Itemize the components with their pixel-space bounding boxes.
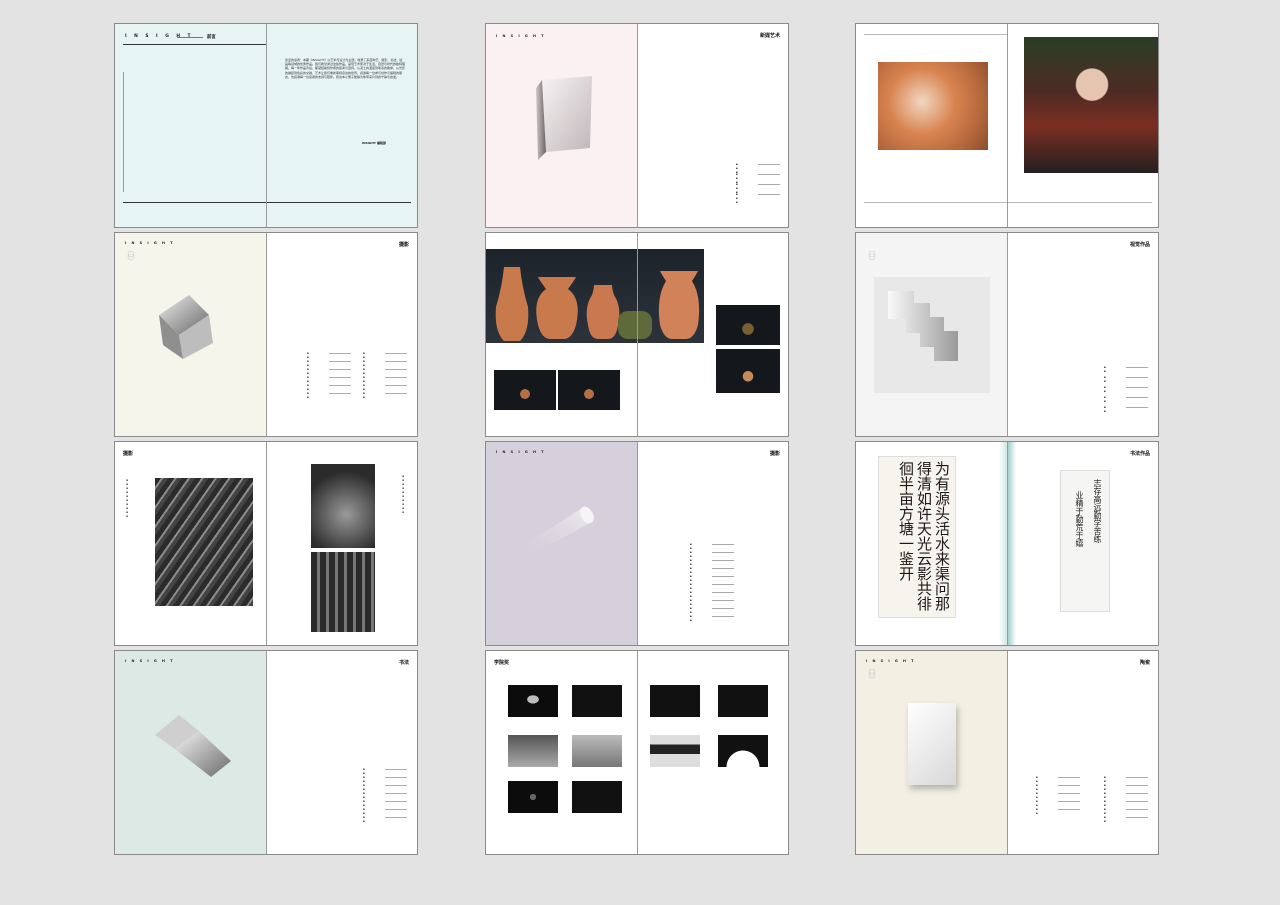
left-page: 学院奖 bbox=[486, 651, 637, 854]
spread-new-media[interactable]: I N S I G H T 新媒艺术 ▪ ▪ ▪ ▪ ▪ ▪ ▪ ▪ ▪ ▪ ▪… bbox=[485, 23, 789, 228]
teal-binding-strip bbox=[1008, 442, 1016, 645]
spread-cylinder[interactable]: I N S I G H T 摄影 ▪ ▪ ▪ ▪ ▪ ▪ ▪ ▪ ▪ ▪ ▪ ▪… bbox=[485, 441, 789, 646]
box-render bbox=[536, 76, 592, 160]
divider bbox=[864, 202, 1008, 203]
spread-photography[interactable]: I N S I G H T 摄影 ▪ ▪ ▪ ▪ ▪ ▪ ▪ ▪ ▪ ▪ ▪ ▪… bbox=[114, 232, 418, 437]
spread-ceramics-intro[interactable]: I N S I G H T 陶瓷 ▪ ▪ ▪ ▪ ▪ ▪ ▪ ▪ ▪ ▪ ▪ ▪… bbox=[855, 650, 1159, 855]
calligraphy-scroll-small: 志存高远勤学苦练 业精于勤荒于嬉 bbox=[1060, 470, 1110, 612]
film-still bbox=[572, 781, 622, 813]
vase-thumb bbox=[716, 305, 780, 345]
bw-photo-interior bbox=[311, 552, 375, 632]
vase-thumb bbox=[716, 349, 780, 393]
film-still bbox=[508, 781, 558, 813]
calligraphy-text: 为有源头活水来渠问那得清如许天光云影共徘徊半亩方塘一鉴开 bbox=[897, 461, 951, 611]
left-page: 为有源头活水来渠问那得清如许天光云影共徘徊半亩方塘一鉴开 bbox=[856, 442, 1007, 645]
film-still bbox=[508, 735, 558, 767]
preface-text: 亲爱的读者：本期《INSIGHT》以艺术与设计为主题，收录了来自陶艺、摄影、书法… bbox=[285, 58, 405, 79]
stack-circles-icon bbox=[127, 251, 135, 261]
spread-preface[interactable]: I N S I G H T 前言 亲爱的读者：本期《INSIGHT》以艺术与设计… bbox=[114, 23, 418, 228]
film-still bbox=[572, 685, 622, 717]
calligraphy-scroll-large: 为有源头活水来渠问那得清如许天光云影共徘徊半亩方塘一鉴开 bbox=[878, 456, 956, 618]
right-page: ▪▪▪▪▪▪▪▪▪▪ bbox=[266, 442, 417, 645]
film-still bbox=[508, 685, 558, 717]
divider bbox=[123, 44, 267, 45]
vertical-caption: ▪▪▪▪▪▪▪▪▪▪ bbox=[401, 474, 405, 514]
portrait-painting bbox=[1024, 37, 1158, 173]
right-page: 陶瓷 ▪ ▪ ▪ ▪ ▪ ▪ ▪ ▪ ▪ ▪ ▪ ▪ ▪ ▪ ▪ ▪ ▪ ▪ ▪… bbox=[1007, 651, 1158, 854]
vertical-rule bbox=[123, 72, 124, 192]
folded-plane-render bbox=[155, 715, 231, 777]
left-page: I N S I G H T bbox=[115, 233, 266, 436]
section-title: 摄影 bbox=[769, 451, 780, 457]
section-title: 陶瓷 bbox=[1139, 660, 1150, 666]
brand-logo: I N S I G H T bbox=[496, 34, 546, 38]
right-page bbox=[637, 651, 788, 854]
spread-ceramics-photos[interactable] bbox=[485, 232, 789, 437]
left-page: I N S I G H T 前言 bbox=[115, 24, 267, 227]
left-page: 摄影 ▪▪▪▪▪▪▪▪▪▪ bbox=[115, 442, 266, 645]
abstract-painting bbox=[878, 62, 988, 150]
right-page: 亲爱的读者：本期《INSIGHT》以艺术与设计为主题，收录了来自陶艺、摄影、书法… bbox=[266, 24, 417, 227]
stairs-render bbox=[874, 277, 990, 393]
left-page bbox=[856, 24, 1008, 227]
right-page: 摄影 ▪ ▪ ▪ ▪ ▪ ▪ ▪ ▪ ▪ ▪ ▪ ▪ ▪ ▪ ▪ ▪ ▪ ▪ ▪… bbox=[637, 442, 788, 645]
left-page bbox=[856, 233, 1007, 436]
section-title: 视觉作品 bbox=[1129, 242, 1150, 248]
divider bbox=[864, 34, 1008, 35]
section-title: 摄影 bbox=[398, 242, 409, 248]
brand-rule bbox=[177, 37, 203, 38]
divider bbox=[1008, 202, 1152, 203]
calligraphy-text: 业精于勤荒于嬉 bbox=[1075, 491, 1084, 547]
spread-award-stills[interactable]: 学院奖 bbox=[485, 650, 789, 855]
spread-paintings[interactable] bbox=[855, 23, 1159, 228]
left-page: I N S I G H T bbox=[486, 24, 637, 227]
section-title: 摄影 bbox=[123, 451, 134, 457]
bw-photo-architecture bbox=[155, 478, 253, 606]
preface-signature: INSIGHT 编辑部 bbox=[362, 141, 386, 145]
section-title: 前言 bbox=[207, 35, 216, 40]
vase-thumb bbox=[494, 370, 556, 410]
calligraphy-text: 志存高远勤学苦练 bbox=[1093, 479, 1102, 543]
right-page: 新媒艺术 ▪ ▪ ▪ ▪ ▪ ▪ ▪ ▪ ▪ ▪ ▪ ▪ bbox=[637, 24, 788, 227]
film-still bbox=[650, 735, 700, 767]
spread-calligraphy-intro[interactable]: I N S I G H T 书法 ▪ ▪ ▪ ▪ ▪ ▪ ▪ ▪ ▪ ▪ ▪ ▪… bbox=[114, 650, 418, 855]
film-still bbox=[718, 735, 768, 767]
left-page: I N S I G H T bbox=[115, 651, 266, 854]
cylinder-render bbox=[516, 506, 594, 558]
divider bbox=[123, 202, 267, 203]
left-page: I N S I G H T bbox=[486, 442, 637, 645]
right-page bbox=[1007, 24, 1158, 227]
section-title: 学院奖 bbox=[494, 660, 510, 666]
section-title: 书法 bbox=[398, 660, 409, 666]
teal-binding-strip bbox=[999, 442, 1007, 645]
divider bbox=[267, 202, 411, 203]
left-page: I N S I G H T bbox=[856, 651, 1007, 854]
right-page: 书法 ▪ ▪ ▪ ▪ ▪ ▪ ▪ ▪ ▪ ▪ ▪ ▪ ▪ ▪ bbox=[266, 651, 417, 854]
right-page bbox=[637, 233, 788, 436]
vase-thumb bbox=[558, 370, 620, 410]
stack-circles-icon bbox=[868, 251, 876, 261]
paper-stack-render bbox=[908, 703, 956, 785]
brand-logo: I N S I G H T bbox=[125, 241, 175, 245]
bw-photo-figure bbox=[311, 464, 375, 548]
spread-visual-works[interactable]: 视觉作品 ▪ ▪ ▪ ▪ ▪ ▪ ▪ ▪ ▪ ▪ bbox=[855, 232, 1159, 437]
spread-calligraphy[interactable]: 为有源头活水来渠问那得清如许天光云影共徘徊半亩方塘一鉴开 书法作品 志存高远勤学… bbox=[855, 441, 1159, 646]
brand-logo: I N S I G H T bbox=[496, 450, 546, 454]
section-title: 书法作品 bbox=[1129, 451, 1150, 457]
brand-logo: I N S I G H T bbox=[866, 659, 916, 663]
vertical-caption: ▪▪▪▪▪▪▪▪▪▪ bbox=[125, 478, 129, 518]
stack-circles-icon bbox=[868, 669, 876, 679]
film-still bbox=[650, 685, 700, 717]
folded-shape-render bbox=[159, 295, 213, 359]
film-still bbox=[718, 685, 768, 717]
brand-logo: I N S I G H T bbox=[125, 659, 175, 663]
section-title: 新媒艺术 bbox=[759, 33, 780, 39]
spread-bw-photography[interactable]: 摄影 ▪▪▪▪▪▪▪▪▪▪ ▪▪▪▪▪▪▪▪▪▪ bbox=[114, 441, 418, 646]
right-page: 摄影 ▪ ▪ ▪ ▪ ▪ ▪ ▪ ▪ ▪ ▪ ▪ ▪ ▪ ▪ ▪ ▪ ▪ ▪ ▪… bbox=[266, 233, 417, 436]
right-page: 书法作品 志存高远勤学苦练 业精于勤荒于嬉 bbox=[1007, 442, 1158, 645]
right-page: 视觉作品 ▪ ▪ ▪ ▪ ▪ ▪ ▪ ▪ ▪ ▪ bbox=[1007, 233, 1158, 436]
film-still bbox=[572, 735, 622, 767]
